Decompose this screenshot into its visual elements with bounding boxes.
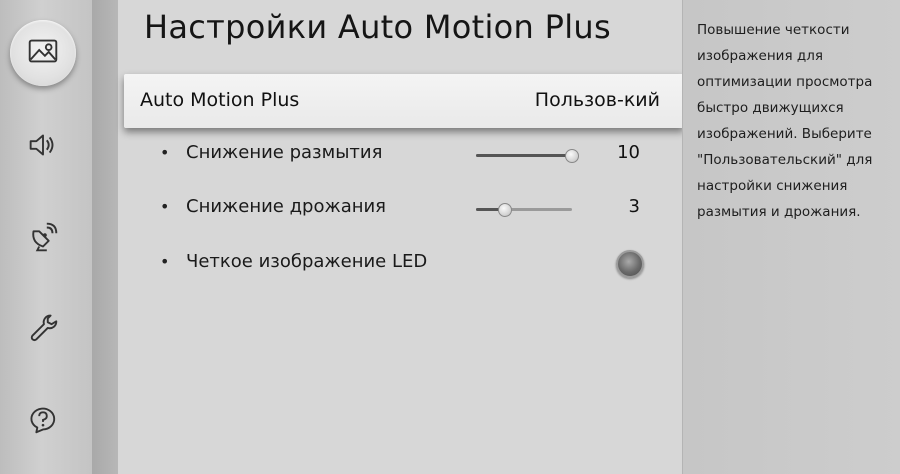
sidebar-item-broadcast[interactable] [10,206,76,272]
slider-knob[interactable] [497,203,512,217]
sidebar-item-general[interactable] [10,296,76,362]
sidebar-item-support[interactable] [10,388,76,454]
bullet-icon: • [160,197,170,216]
judder-reduction-row[interactable]: • Снижение дрожания 3 [118,190,678,230]
description-line: изображений. Выберите [697,126,872,142]
broadcast-icon [24,218,62,260]
description-line: размытия и дрожания. [697,204,861,220]
sidebar [0,0,93,474]
led-clear-motion-toggle[interactable] [616,250,644,278]
setting-value: Пользов-кий [534,89,660,111]
judder-reduction-label: Снижение дрожания [186,196,387,217]
blur-reduction-value: 10 [617,142,640,163]
blur-reduction-slider[interactable] [476,149,579,163]
page-title: Настройки Auto Motion Plus [144,8,611,46]
wrench-icon [24,308,62,350]
settings-panel: Настройки Auto Motion Plus Auto Motion P… [118,0,684,474]
blur-reduction-label: Снижение размытия [186,142,383,163]
led-clear-motion-label: Четкое изображение LED [186,251,428,272]
description-panel: Повышение четкости изображения для оптим… [682,0,900,474]
setting-label: Auto Motion Plus [140,89,300,111]
support-icon [24,400,62,442]
description-line: оптимизации просмотра [697,74,873,90]
sidebar-item-sound[interactable] [10,114,76,180]
description-line: быстро движущихся [697,100,844,116]
description-line: изображения для [697,48,823,64]
blur-reduction-row[interactable]: • Снижение размытия 10 [118,136,678,176]
description-line: настройки снижения [697,178,848,194]
judder-reduction-value: 3 [628,196,640,217]
sound-icon [24,126,62,168]
slider-knob[interactable] [565,149,579,163]
description-line: Повышение четкости [697,22,850,38]
sidebar-item-picture[interactable] [10,20,76,86]
slider-fill [476,154,572,157]
judder-reduction-slider[interactable] [476,203,572,217]
auto-motion-plus-setting[interactable]: Auto Motion Plus Пользов-кий [124,74,684,128]
bullet-icon: • [160,143,170,162]
bullet-icon: • [160,252,170,271]
description-line: "Пользовательский" для [697,152,873,168]
sidebar-divider [92,0,119,474]
picture-icon [24,32,62,74]
led-clear-motion-row[interactable]: • Четкое изображение LED [118,245,678,285]
